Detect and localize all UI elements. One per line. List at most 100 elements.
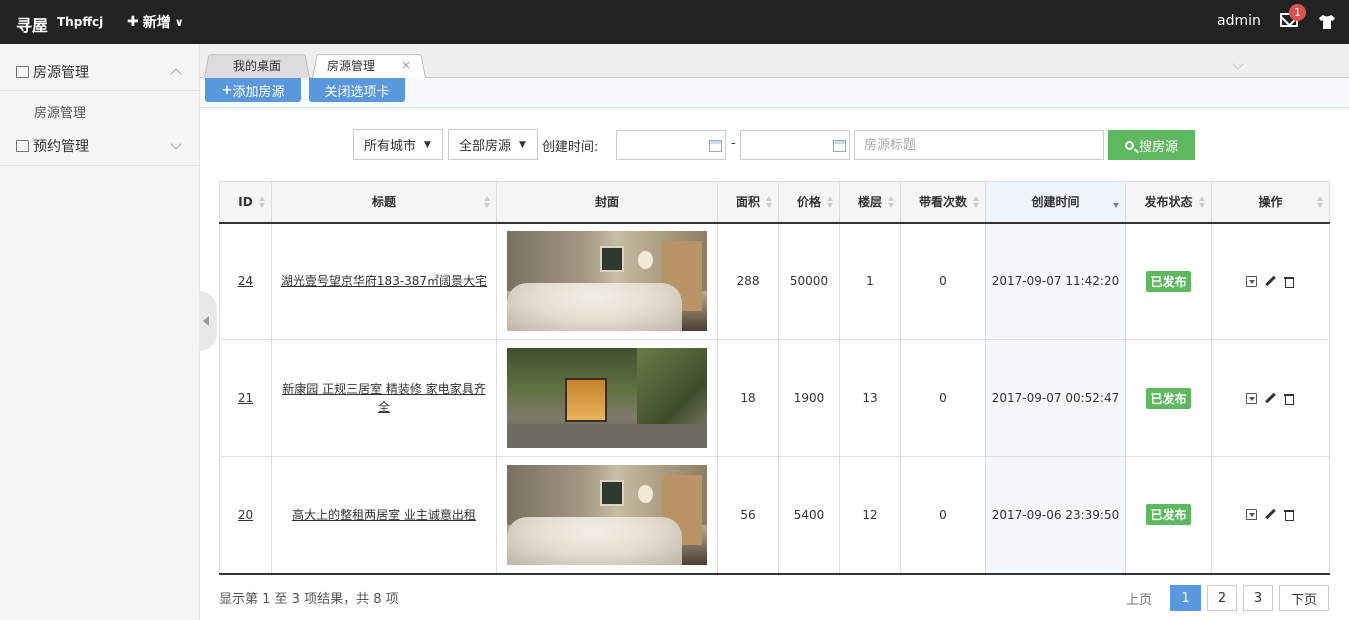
close-icon[interactable]: × [401,58,411,72]
top-navbar: 寻屋 Thpffcj ✚ 新增 ∨ admin 1 [0,0,1349,44]
status-badge: 已发布 [1146,387,1191,409]
divider [0,165,199,166]
date-range-separator: - [731,136,736,151]
sort-icon [766,196,772,208]
plus-icon: ✚ [127,14,139,30]
row-id-link[interactable]: 20 [238,508,253,522]
city-select[interactable]: 所有城市 ▼ [353,129,443,160]
row-title-link[interactable]: 新康园 正规三居室 精装修 家电家具齐全 [282,382,485,414]
page-button-2[interactable]: 2 [1207,585,1237,611]
column-header-cover: 封面 [496,181,718,224]
trash-icon[interactable] [1284,276,1295,288]
add-listing-button[interactable]: + 添加房源 [205,78,301,102]
unpublish-icon[interactable] [1246,392,1257,404]
tab-label: 我的桌面 [232,58,281,73]
unpublish-icon[interactable] [1246,509,1257,521]
search-icon [1124,140,1134,150]
calendar-icon[interactable] [833,140,846,152]
edit-icon[interactable] [1265,276,1276,287]
table-row: 21 新康园 正规三居室 精装修 家电家具齐全 18 1900 13 0 201… [219,339,1330,457]
prev-page-button[interactable]: 上页 [1118,585,1160,611]
city-select-value: 所有城市 [364,139,417,154]
new-menu-button[interactable]: ✚ 新增 ∨ [127,12,184,32]
column-header-floor[interactable]: 楼层 [839,181,901,224]
bag-icon [16,140,29,152]
cover-image[interactable] [507,464,707,565]
column-header-actions[interactable]: 操作 [1211,181,1330,224]
skin-tshirt-icon[interactable] [1318,14,1336,30]
end-date-input[interactable] [740,130,850,160]
admin-user-menu[interactable]: admin [1217,13,1261,29]
sort-desc-icon [1113,196,1119,208]
row-views: 0 [900,456,986,575]
column-header-status[interactable]: 发布状态 [1125,181,1212,224]
column-header-title[interactable]: 标题 [271,181,497,224]
start-date-input[interactable] [616,130,726,160]
trash-icon[interactable] [1284,509,1295,522]
column-header-created[interactable]: 创建时间 [985,181,1126,224]
row-area: 56 [717,456,779,575]
sidebar-collapse-handle[interactable] [199,291,217,351]
tab-label: 房源管理 [326,58,375,73]
table-header-row: ID 标题 封面 面积 价格 楼层 带看次数 创建时间 发布状态 操作 [219,181,1330,224]
caret-down-icon: ▼ [424,139,431,150]
search-button[interactable]: 搜房源 [1108,130,1195,160]
page-button-1[interactable]: 1 [1170,585,1201,611]
chevron-up-icon [170,68,182,80]
chevron-down-icon: ∨ [174,15,184,29]
row-id-link[interactable]: 21 [238,391,253,405]
row-area: 18 [717,339,779,457]
row-created: 2017-09-07 11:42:20 [985,222,1126,340]
table-row: 20 高大上的整租两居室 业主诚意出租 56 5400 12 0 2017-09… [219,456,1330,575]
sidebar-item-listings[interactable]: 房源管理 [0,54,199,90]
row-created: 2017-09-07 00:52:47 [985,339,1126,457]
row-id-link[interactable]: 24 [238,274,253,288]
cover-image[interactable] [507,348,707,448]
sort-icon [827,196,833,208]
sidebar-item-label: 房源管理 [33,65,89,81]
cover-image[interactable] [507,231,707,332]
tab-listings[interactable]: 房源管理 × [312,52,426,78]
row-actions [1212,509,1329,522]
caret-down-icon: ▼ [519,139,526,150]
row-views: 0 [900,339,986,457]
status-badge: 已发布 [1146,270,1191,292]
listings-table: ID 标题 封面 面积 价格 楼层 带看次数 创建时间 发布状态 操作 24 湖… [219,181,1330,575]
edit-icon[interactable] [1265,509,1276,520]
chevron-down-icon [170,138,182,150]
column-header-id[interactable]: ID [219,181,272,224]
edit-icon[interactable] [1265,393,1276,404]
row-actions [1212,275,1329,288]
row-title-link[interactable]: 高大上的整租两居室 业主诚意出租 [292,508,476,522]
divider [0,90,199,91]
page-button-3[interactable]: 3 [1243,585,1273,611]
calendar-icon[interactable] [709,140,722,152]
sidebar: 房源管理 房源管理 预约管理 [0,44,200,620]
row-floor: 12 [839,456,901,575]
sort-icon [973,196,979,208]
row-title-link[interactable]: 湖光壹号望京华府183-387㎡阔景大宅 [281,274,487,288]
new-menu-label: 新增 [142,15,171,31]
row-floor: 1 [839,222,901,340]
trash-icon[interactable] [1284,393,1295,405]
listing-icon [16,66,29,78]
status-badge: 已发布 [1146,504,1191,526]
created-time-label: 创建时间: [542,140,599,155]
app-logo[interactable]: 寻屋 [16,12,48,36]
toolbar: + 添加房源 关闭选项卡 [200,78,1349,108]
next-page-button[interactable]: 下页 [1279,585,1329,611]
sidebar-subitem-listings[interactable]: 房源管理 [34,102,86,121]
unpublish-icon[interactable] [1246,275,1257,287]
sidebar-item-appointments[interactable]: 预约管理 [0,128,199,164]
column-header-views[interactable]: 带看次数 [900,181,986,224]
row-views: 0 [900,222,986,340]
close-tab-button[interactable]: 关闭选项卡 [309,78,405,102]
tab-desktop[interactable]: 我的桌面 [204,52,310,78]
status-select[interactable]: 全部房源 ▼ [448,129,538,160]
title-search-input[interactable] [854,130,1104,160]
column-header-price[interactable]: 价格 [778,181,840,224]
row-actions [1212,392,1329,405]
sort-icon [1199,196,1205,208]
column-header-area[interactable]: 面积 [717,181,779,224]
plus-icon: + [221,82,233,98]
